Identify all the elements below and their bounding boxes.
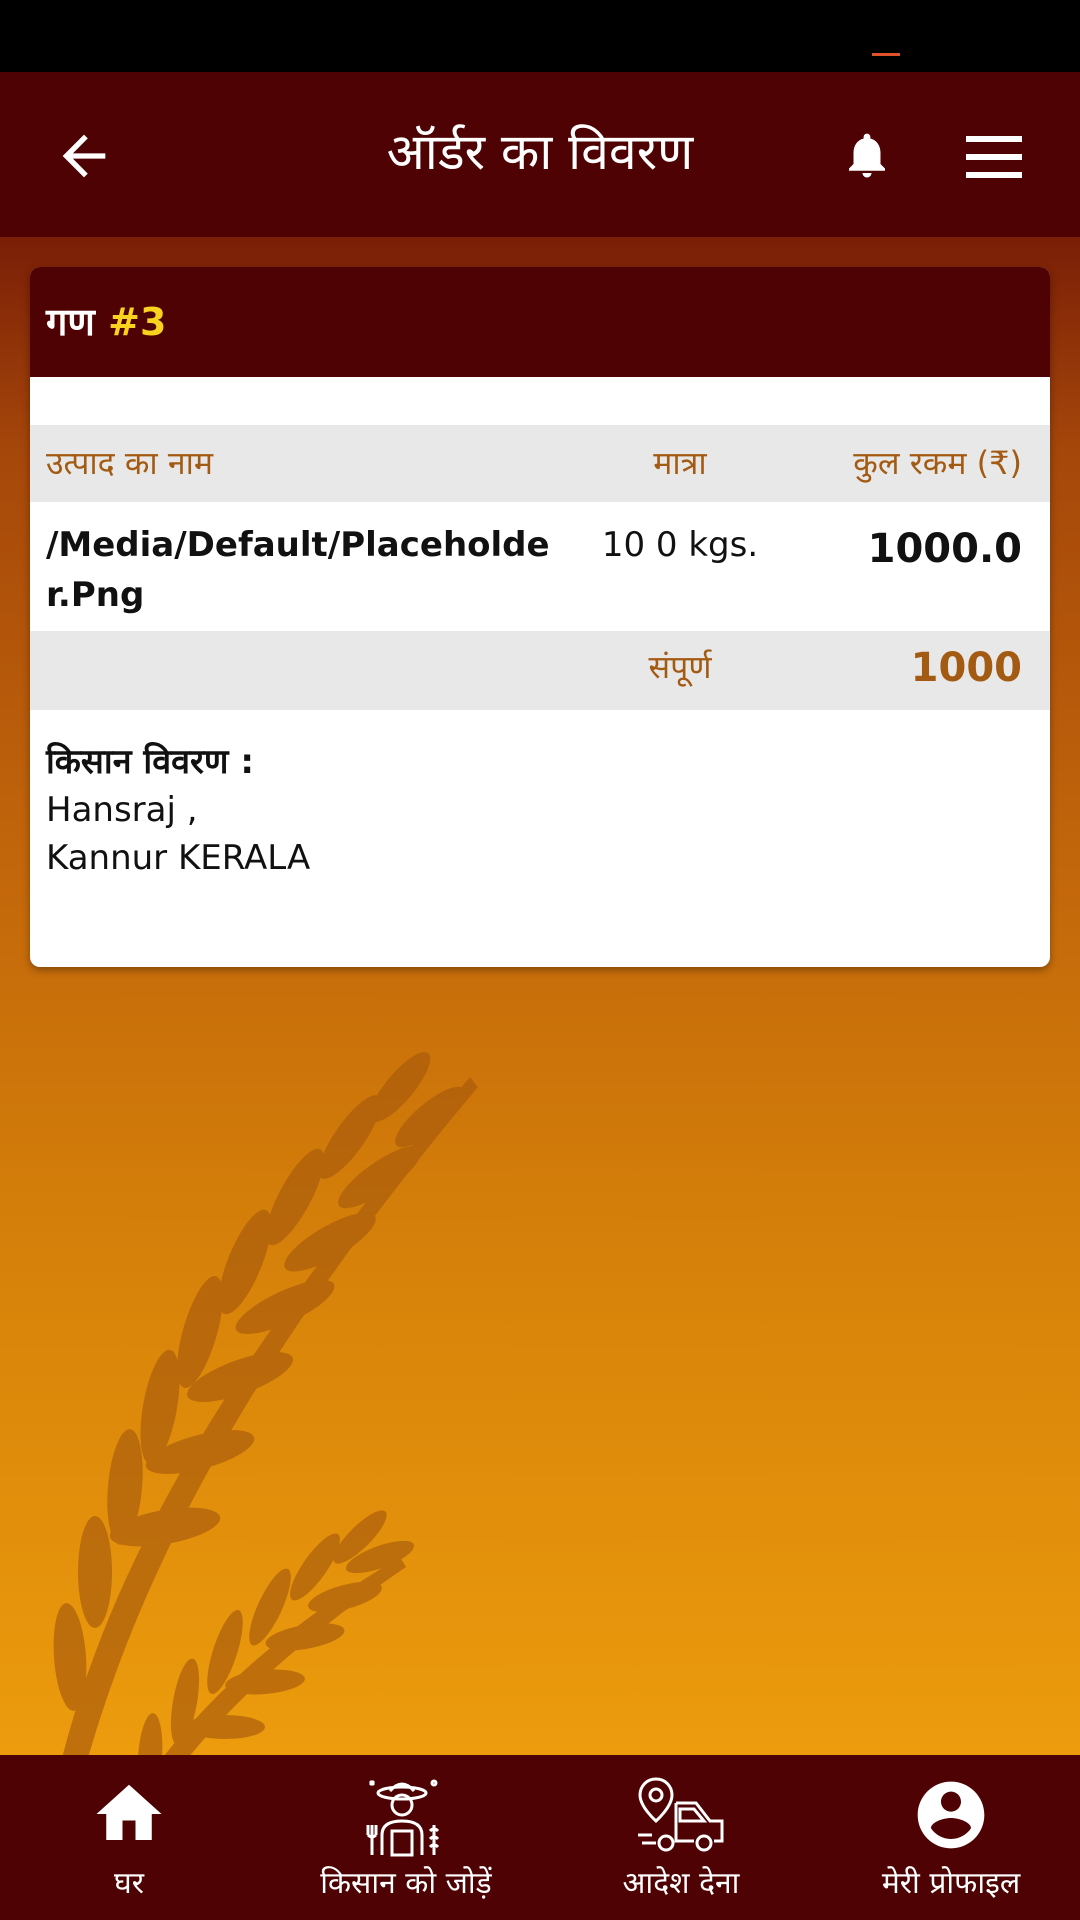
farmer-name: Hansraj ,	[46, 790, 198, 830]
page-title: ऑर्डर का विवरण	[386, 123, 694, 181]
app-bar: ऑर्डर का विवरण	[0, 72, 1080, 237]
nav-home-label: घर	[114, 1866, 144, 1901]
item-amount: 1000.0	[867, 526, 1022, 572]
item-quantity: 10 0 kgs.	[601, 525, 759, 565]
table-header-row: उत्पाद का नाम मात्रा कुल रकम (₹)	[30, 425, 1050, 502]
total-row: संपूर्ण 1000	[30, 631, 1050, 710]
nav-add-farmer-label: किसान को जोड़ें	[320, 1866, 492, 1901]
bottom-navigation: घर किसान को जोड़ें आदेश देना मेरी प्रोफा…	[0, 1755, 1080, 1920]
profile-icon	[917, 1781, 985, 1849]
hamburger-menu-icon[interactable]	[966, 134, 1026, 180]
column-amount: कुल रकम (₹)	[853, 444, 1022, 482]
notification-indicator	[872, 53, 900, 56]
nav-home[interactable]: घर	[0, 1755, 258, 1920]
total-label: संपूर्ण	[648, 648, 712, 686]
bell-icon[interactable]	[840, 128, 894, 182]
column-quantity: मात्रा	[653, 444, 707, 482]
table-row: /Media/Default/Placeholder.Png 10 0 kgs.…	[30, 502, 1050, 631]
item-product-name: /Media/Default/Placeholder.Png	[46, 525, 550, 615]
status-bar	[0, 0, 1080, 72]
total-value: 1000	[910, 645, 1022, 691]
column-product: उत्पाद का नाम	[46, 444, 214, 482]
order-card: गण #3 उत्पाद का नाम मात्रा कुल रकम (₹) /…	[30, 267, 1050, 967]
nav-place-order-label: आदेश देना	[622, 1866, 740, 1901]
farmer-label: किसान विवरण :	[46, 742, 254, 782]
wheat-illustration	[53, 1052, 478, 1755]
nav-place-order[interactable]: आदेश देना	[570, 1755, 792, 1920]
nav-add-farmer[interactable]: किसान को जोड़ें	[298, 1755, 514, 1920]
farmer-icon	[366, 1779, 440, 1857]
order-number: #3	[108, 300, 167, 344]
home-icon	[96, 1784, 162, 1840]
farmer-location: Kannur KERALA	[46, 838, 311, 878]
nav-my-profile[interactable]: मेरी प्रोफाइल	[822, 1755, 1080, 1920]
order-prefix: गण	[46, 300, 109, 344]
delivery-truck-icon	[638, 1777, 724, 1852]
farmer-details: किसान विवरण : Hansraj , Kannur KERALA	[30, 710, 1050, 910]
nav-my-profile-label: मेरी प्रोफाइल	[881, 1866, 1021, 1901]
order-header: गण #3	[30, 267, 1050, 377]
